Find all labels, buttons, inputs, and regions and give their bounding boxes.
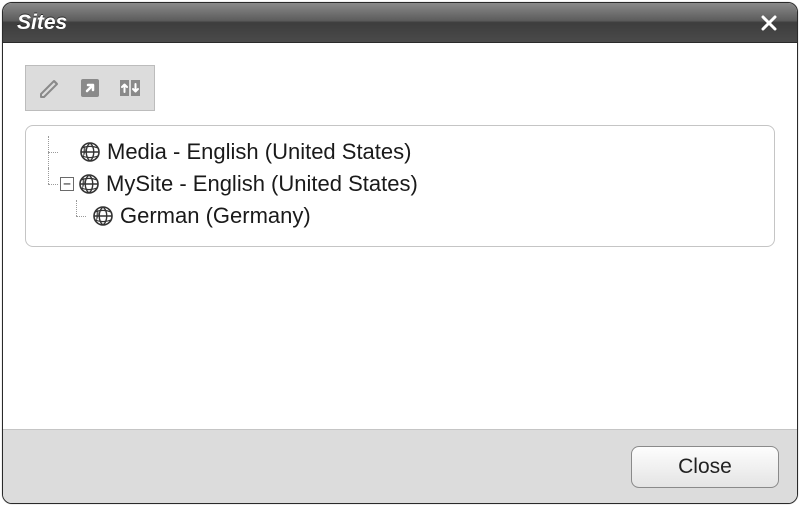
tree-connector <box>38 136 60 168</box>
tree-node-german[interactable]: German (Germany) <box>38 200 762 232</box>
dialog-close-button[interactable] <box>755 9 783 37</box>
sites-dialog: Sites <box>2 2 798 504</box>
collapse-toggle[interactable]: − <box>60 177 74 191</box>
dialog-footer: Close <box>3 429 797 503</box>
globe-icon <box>78 173 100 195</box>
tree-node-label: Media - English (United States) <box>107 139 411 165</box>
open-external-icon <box>77 75 103 101</box>
globe-icon <box>79 141 101 163</box>
edit-button[interactable] <box>32 70 68 106</box>
tree-node-media[interactable]: Media - English (United States) <box>38 136 762 168</box>
tree-node-mysite[interactable]: − MySite - English (United States) <box>38 168 762 200</box>
toolbar <box>25 65 155 111</box>
globe-icon <box>92 205 114 227</box>
compare-button[interactable] <box>112 70 148 106</box>
tree-node-label: German (Germany) <box>120 203 311 229</box>
tree-connector <box>66 200 88 232</box>
split-arrows-icon <box>117 75 143 101</box>
pencil-icon <box>37 75 63 101</box>
sites-tree: Media - English (United States) − MySite… <box>25 125 775 247</box>
dialog-titlebar: Sites <box>3 3 797 43</box>
tree-node-label: MySite - English (United States) <box>106 171 418 197</box>
dialog-title: Sites <box>17 11 755 35</box>
tree-connector <box>38 168 60 200</box>
open-external-button[interactable] <box>72 70 108 106</box>
close-button[interactable]: Close <box>631 446 779 488</box>
dialog-body: Media - English (United States) − MySite… <box>3 43 797 429</box>
close-icon <box>760 14 778 32</box>
